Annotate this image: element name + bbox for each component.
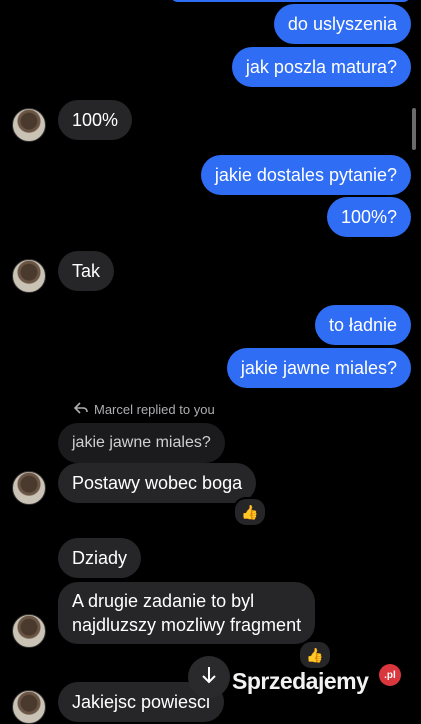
- message-text: Jakiejsc powiesci: [72, 692, 211, 712]
- avatar[interactable]: [12, 108, 46, 142]
- partial-bubble-edge: [170, 0, 411, 2]
- message-text-line: A drugie zadanie to byl: [72, 591, 255, 611]
- message-text: jakie dostales pytanie?: [214, 165, 397, 185]
- thumbs-up-icon: 👍: [306, 646, 324, 663]
- message-text: jak poszla matura?: [245, 57, 397, 77]
- scroll-to-bottom-button[interactable]: [188, 656, 230, 698]
- avatar[interactable]: [12, 690, 46, 724]
- down-arrow-icon: [201, 666, 217, 689]
- quoted-text: jakie jawne miales?: [72, 434, 211, 451]
- reaction-badge[interactable]: 👍: [233, 497, 267, 527]
- message-text: 100%?: [340, 207, 397, 227]
- message-text: Tak: [72, 261, 101, 281]
- reply-label-text: Marcel replied to you: [94, 402, 215, 417]
- message-outgoing[interactable]: jakie dostales pytanie?: [200, 155, 411, 195]
- avatar[interactable]: [12, 614, 46, 648]
- message-text-line: najdluzszy mozliwy fragment: [72, 615, 302, 635]
- watermark-badge: .pl: [379, 664, 401, 686]
- scrollbar[interactable]: [412, 108, 416, 150]
- message-text: Dziady: [72, 548, 128, 568]
- message-outgoing[interactable]: jakie jawne miales?: [226, 348, 411, 388]
- message-text: Postawy wobec boga: [72, 473, 243, 493]
- reply-indicator: Marcel replied to you: [73, 402, 215, 417]
- message-text: to ładnie: [328, 315, 397, 335]
- message-text: 100%: [72, 110, 119, 130]
- message-incoming[interactable]: Postawy wobec boga: [58, 463, 257, 503]
- message-text: jakie jawne miales?: [240, 358, 397, 378]
- message-outgoing[interactable]: do uslyszenia: [273, 4, 411, 44]
- message-incoming[interactable]: 100%: [58, 100, 133, 140]
- avatar[interactable]: [12, 259, 46, 293]
- message-incoming[interactable]: Tak: [58, 251, 115, 291]
- thumbs-up-icon: 👍: [241, 503, 259, 520]
- message-outgoing[interactable]: 100%?: [326, 197, 411, 237]
- quoted-message[interactable]: jakie jawne miales?: [58, 423, 225, 463]
- message-text: do uslyszenia: [287, 14, 397, 34]
- avatar[interactable]: [12, 471, 46, 505]
- message-outgoing[interactable]: to ładnie: [314, 305, 411, 345]
- reply-arrow-icon: [73, 402, 88, 417]
- reaction-badge[interactable]: 👍: [298, 640, 332, 670]
- message-outgoing[interactable]: jak poszla matura?: [231, 47, 411, 87]
- message-incoming[interactable]: A drugie zadanie to byl najdluzszy mozli…: [58, 582, 316, 644]
- watermark-logo: Sprzedajemy: [232, 668, 369, 694]
- message-incoming[interactable]: Dziady: [58, 538, 142, 578]
